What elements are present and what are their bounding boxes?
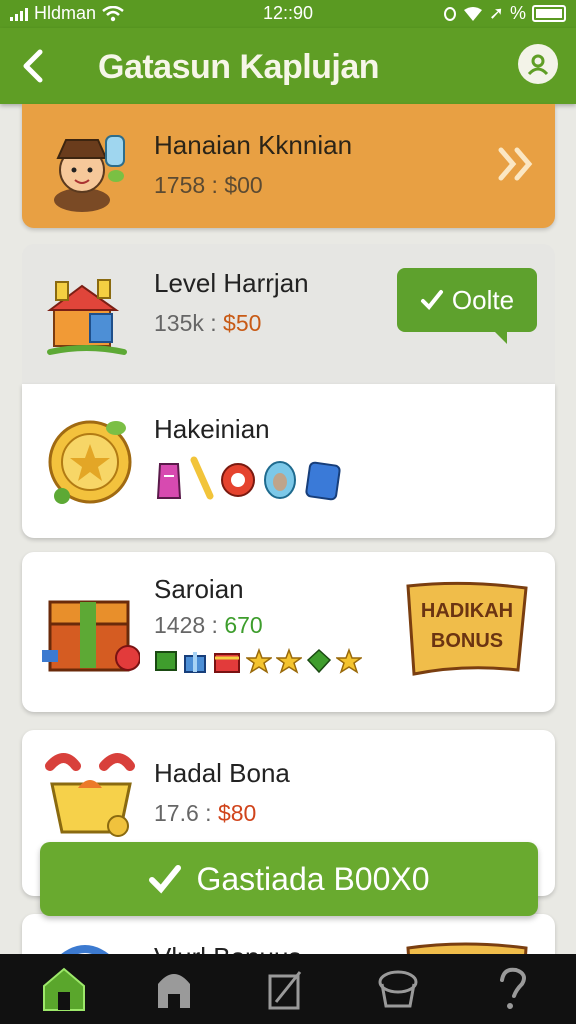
nav-store[interactable] [150,966,198,1012]
list-item[interactable]: Hakeinian [22,384,555,538]
reward-icons [154,648,362,674]
claim-bonus-button[interactable]: Gastiada B00X0 [40,842,538,916]
item-name: Hadal Bona [154,758,290,788]
item-name: Saroian [154,574,244,604]
store-icon [158,974,190,1008]
item-value-amount: $80 [217,800,257,826]
list-item[interactable]: Level Harrjan 135k : $50 Oolte [22,244,555,384]
item-name: Level Harrjan [154,268,309,298]
check-icon [420,290,443,310]
bottom-navigation [0,954,576,1024]
profile-button[interactable] [518,44,558,84]
card-icon [305,461,341,501]
battery-percent: % [509,3,526,23]
bonus-ribbon: HADIKAH BONUS [404,580,530,678]
battery-icon [532,5,566,22]
nav-basket[interactable] [374,966,422,1012]
nav-edit[interactable] [262,966,310,1012]
pencil-icon [190,456,214,500]
green-gem-icon [306,648,332,674]
open-button[interactable] [497,146,537,192]
online-button-label: Oolte [451,284,515,315]
item-value-amount: 670 [224,612,263,638]
list-item[interactable]: Saroian 1428 : 670 HADIKAH BONUS [22,552,555,712]
basket-icon [378,970,418,1008]
profile-icon [527,54,549,76]
item-value: 1758 : $00 [154,172,263,198]
item-value-prefix: 135k : [154,310,224,336]
item-name: Hakeinian [154,414,270,444]
status-bar: Hldman 12::90 ➚ % [0,0,576,28]
coin-icon [48,420,132,504]
character-icon [54,135,125,212]
edit-icon [268,971,302,1010]
status-right: ➚ % [443,3,566,24]
basket-reward-icon [45,753,135,837]
location-icon: ➚ [488,3,504,23]
treasure-chest-icon [42,600,140,672]
red-box-icon [214,653,240,673]
item-value: 1428 : 670 [154,612,263,639]
gift-icon [184,652,206,673]
star-icon [276,648,302,674]
chevron-left-icon [23,49,43,83]
star-icon [246,648,272,674]
ribbon-icon [406,581,528,676]
gem-icon [264,461,296,499]
item-value-amount: $50 [223,310,262,336]
wifi-status-icon [463,6,482,21]
potion-icon [156,463,182,499]
flag-icon [155,651,177,671]
shield-icon [221,463,255,497]
list-item[interactable]: Hanaian Kknnian 1758 : $00 [22,104,555,228]
reward-icons [154,456,342,502]
alarm-icon [443,6,456,21]
ribbon-line1: HADIKAH [420,600,514,622]
back-button[interactable] [18,46,58,86]
item-value: 17.6 : $80 [154,800,256,827]
home-icon [43,967,85,1011]
page-title: Gatasun Kaplujan [98,48,380,86]
claim-bonus-label: Gastiada B00X0 [196,860,430,897]
item-name: Hanaian Kknnian [154,130,353,160]
item-value: 135k : $50 [154,310,261,337]
app-header: Gatasun Kaplujan [0,28,576,104]
nav-help[interactable] [490,966,538,1012]
house-gift-icon [47,279,127,355]
ribbon-line2: BONUS [430,630,504,652]
help-icon [500,967,526,1009]
online-button[interactable]: Oolte [397,268,537,344]
star-icon [336,648,362,674]
double-chevron-right-icon [498,147,533,181]
check-icon [149,865,182,894]
item-value-prefix: 1428 : [154,612,225,638]
nav-home[interactable] [40,966,88,1012]
item-value-prefix: 17.6 : [154,800,218,826]
